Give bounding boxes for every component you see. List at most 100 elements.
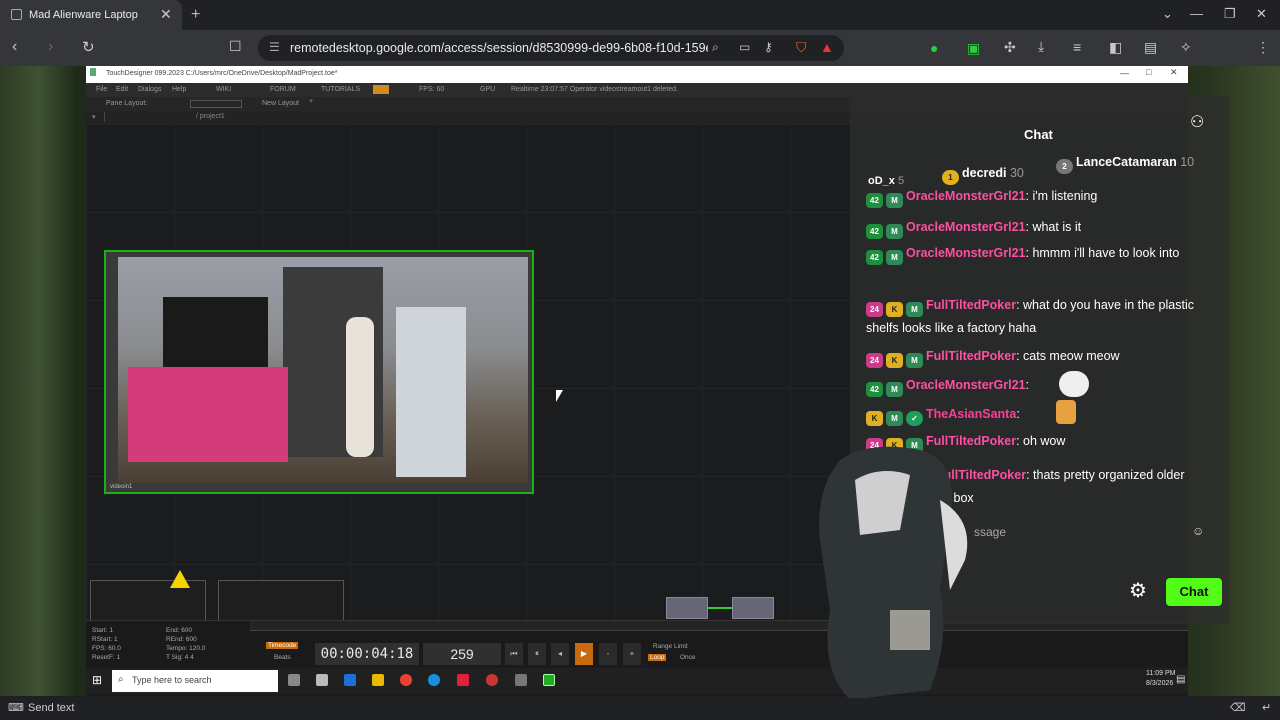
menu-edit[interactable]: Edit [116, 86, 128, 93]
frame-display[interactable]: 259 [423, 643, 501, 665]
add-pane-icon[interactable]: + [309, 98, 313, 105]
chat-username[interactable]: TheAsianSanta [926, 407, 1016, 421]
menu-dialogs[interactable]: Dialogs [138, 86, 161, 93]
pause-button[interactable]: ⏸ [528, 643, 546, 665]
close-window-icon[interactable]: ✕ [1256, 6, 1267, 22]
wiki-link[interactable]: WIKI [216, 86, 231, 93]
tab-title: Mad Alienware Laptop [29, 9, 138, 21]
tab-search-icon[interactable]: ⌄ [1162, 6, 1173, 22]
terminal-icon[interactable] [543, 674, 555, 686]
wallet-icon[interactable]: ▤ [1144, 39, 1157, 56]
keyboard-icon[interactable]: ⌨ [8, 701, 24, 714]
menu-icon[interactable]: ⋮ [1256, 39, 1270, 56]
menu-help[interactable]: Help [172, 86, 186, 93]
new-layout-button[interactable]: New Layout [262, 100, 299, 107]
forward-icon[interactable]: › [48, 38, 53, 56]
emote-icon [1059, 371, 1089, 397]
app-maximize-icon[interactable]: □ [1146, 67, 1151, 77]
pane-layout-buttons[interactable] [190, 100, 242, 108]
bookmark-icon[interactable]: ☐ [229, 38, 242, 55]
backspace-icon[interactable]: ⌫ [1230, 701, 1246, 714]
app-close-icon[interactable]: ✕ [1170, 67, 1178, 78]
drawers-image [396, 307, 466, 477]
pane-menu-icon[interactable]: ▾ [92, 113, 96, 121]
rewards-icon[interactable]: ▲ [820, 39, 834, 55]
loop-toggle[interactable]: Loop [648, 654, 667, 661]
taskbar-search[interactable]: ⌕ Type here to search [112, 670, 278, 692]
chat-text: : [1016, 407, 1020, 421]
chop-node-b[interactable] [732, 597, 774, 619]
extension-green-icon[interactable]: ● [930, 40, 938, 56]
app-red-icon[interactable] [457, 674, 469, 686]
user-settings-icon[interactable]: ⚇ [1190, 112, 1204, 132]
clock-time[interactable]: 11:09 PM [1146, 670, 1175, 677]
chat-message-input[interactable]: ssage ☺ [962, 520, 1220, 546]
chat-username[interactable]: OracleMonsterGrl21 [906, 246, 1026, 260]
range-limit-label: Range Limit [653, 643, 688, 650]
step-minus-button[interactable]: - [599, 643, 617, 665]
network-path[interactable]: / project1 [196, 113, 225, 120]
password-key-icon[interactable]: ⚷ [764, 40, 773, 54]
back-icon[interactable]: ‹ [12, 38, 17, 56]
chrome-icon[interactable] [400, 674, 412, 686]
extension-grid-icon[interactable]: ▣ [967, 40, 980, 57]
chat-username[interactable]: OracleMonsterGrl21 [906, 378, 1026, 392]
browser-tab[interactable]: Mad Alienware Laptop ✕ [0, 0, 182, 30]
notification-icon[interactable]: ▤ [1176, 674, 1185, 685]
minimize-icon[interactable]: — [1190, 6, 1203, 21]
chat-username[interactable]: FullTiltedPoker [926, 298, 1016, 312]
emoji-icon[interactable]: ☺ [1192, 524, 1204, 538]
fps-readout: FPS: 60 [419, 86, 445, 93]
play-button[interactable]: ▶ [575, 643, 593, 665]
edge-icon[interactable] [316, 674, 328, 686]
file-explorer-icon[interactable] [372, 674, 384, 686]
menu-file[interactable]: File [96, 86, 107, 93]
app-minimize-icon[interactable]: — [1120, 68, 1129, 78]
timecode-display[interactable]: 00:00:04:18 [315, 643, 419, 665]
close-tab-icon[interactable]: ✕ [160, 6, 172, 23]
once-toggle[interactable]: Once [680, 654, 696, 661]
kick-badge-icon: K [886, 353, 903, 368]
gpu-readout: GPU [480, 86, 496, 93]
perform-mode-icon[interactable] [373, 85, 389, 94]
edge-browser-icon[interactable] [428, 674, 440, 686]
extensions-icon[interactable]: ✣ [1004, 39, 1016, 56]
maximize-icon[interactable]: ❐ [1224, 6, 1236, 22]
video-device-in-node[interactable]: videoin1 [104, 250, 534, 494]
forum-link[interactable]: FORUM [270, 86, 296, 93]
rewind-button[interactable]: ⏮ [505, 643, 523, 665]
media-icon[interactable]: ≡ [1073, 39, 1081, 55]
new-tab-icon[interactable]: + [191, 6, 200, 24]
send-text-label[interactable]: Send text [28, 702, 74, 714]
timecode-toggle[interactable]: Timecode [266, 642, 299, 649]
tutorials-link[interactable]: TUTORIALS [321, 86, 360, 93]
pane-tools[interactable] [104, 112, 194, 122]
send-chat-button[interactable]: Chat [1166, 578, 1222, 606]
chat-username[interactable]: FullTiltedPoker [926, 349, 1016, 363]
reload-icon[interactable]: ↻ [82, 38, 95, 56]
chat-username[interactable]: OracleMonsterGrl21 [906, 189, 1026, 203]
step-back-button[interactable]: ◂ [551, 643, 569, 665]
step-plus-button[interactable]: + [623, 643, 641, 665]
chop-node-a[interactable] [666, 597, 708, 619]
download-icon[interactable]: ⤓ [1038, 38, 1044, 55]
obs-icon[interactable] [486, 674, 498, 686]
site-info-icon[interactable]: ☰ [269, 40, 280, 54]
gear-icon[interactable]: ⚙ [1129, 578, 1147, 603]
touchdesigner-taskbar-icon[interactable] [515, 674, 527, 686]
start-icon[interactable]: ⊞ [92, 673, 102, 687]
beats-toggle[interactable]: Beats [274, 654, 291, 661]
address-bar[interactable]: ☰ remotedesktop.google.com/access/sessio… [258, 35, 844, 61]
enter-icon[interactable]: ↵ [1262, 701, 1271, 714]
task-view-icon[interactable] [288, 674, 300, 686]
zoom-icon[interactable]: ⌕ [712, 40, 719, 55]
chat-username[interactable]: OracleMonsterGrl21 [906, 220, 1026, 234]
cast-icon[interactable]: ▭ [739, 40, 750, 54]
clock-date[interactable]: 8/3/2026 [1146, 680, 1173, 687]
store-icon[interactable] [344, 674, 356, 686]
leo-ai-icon[interactable]: ✧ [1180, 39, 1192, 56]
chat-message: 42 M OracleMonsterGrl21: i'm listening [866, 185, 1211, 208]
chat-text: : [1025, 378, 1029, 392]
brave-shield-icon[interactable]: ⛉ [796, 39, 807, 56]
sidebar-icon[interactable]: ◧ [1109, 39, 1122, 56]
